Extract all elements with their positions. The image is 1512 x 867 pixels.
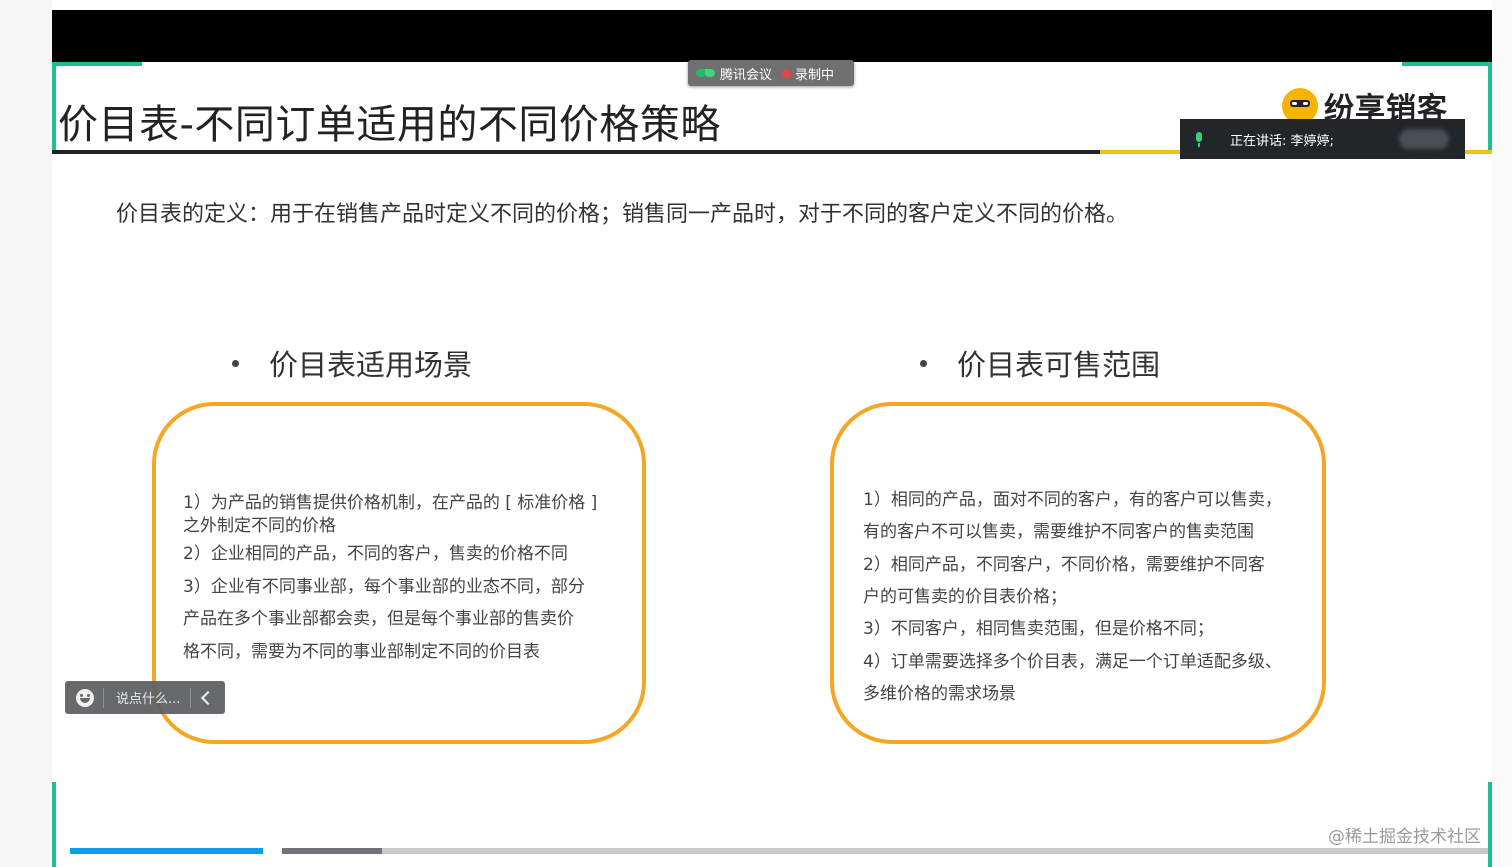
right-card-line: 2）相同产品，不同客户，不同价格，需要维护不同客 bbox=[863, 555, 1265, 575]
bullet-icon bbox=[920, 359, 927, 367]
microphone-icon bbox=[1194, 132, 1204, 147]
corner-accent bbox=[52, 62, 56, 152]
right-card-line: 有的客户不可以售卖，需要维护不同客户的售卖范围 bbox=[863, 522, 1254, 542]
right-heading-text: 价目表可售范围 bbox=[957, 348, 1161, 382]
right-section-heading: 价目表可售范围 bbox=[920, 342, 1160, 384]
chat-input-widget[interactable]: 说点什么... bbox=[65, 681, 225, 714]
left-card-line: 之外制定不同的价格 bbox=[183, 516, 336, 536]
chevron-left-icon[interactable] bbox=[201, 690, 216, 705]
corner-accent bbox=[52, 782, 56, 867]
recording-label: 录制中 bbox=[795, 67, 835, 83]
active-speaker-bar: 正在讲话: 李婷婷; bbox=[1180, 119, 1465, 159]
right-card-line: 户的可售卖的价目表价格； bbox=[863, 587, 1067, 607]
right-edge bbox=[1492, 0, 1512, 867]
left-section-heading: 价目表适用场景 bbox=[232, 342, 472, 384]
left-heading-text: 价目表适用场景 bbox=[269, 348, 473, 382]
watermark: @稀土掘金技术社区 bbox=[1328, 827, 1481, 847]
bottom-bar-gray bbox=[382, 848, 1488, 854]
left-card-line: 格不同，需要为不同的事业部制定不同的价目表 bbox=[183, 642, 540, 662]
speaker-label: 正在讲话: 李婷婷; bbox=[1230, 133, 1334, 149]
top-black-bar bbox=[52, 10, 1492, 62]
meeting-status-pill[interactable]: 腾讯会议 录制中 bbox=[688, 60, 854, 86]
corner-accent bbox=[1402, 62, 1492, 66]
left-card-line: 产品在多个事业部都会卖，但是每个事业部的售卖价 bbox=[183, 609, 574, 629]
slide-title: 价目表-不同订单适用的不同价格策略 bbox=[58, 102, 721, 148]
right-card-line: 4）订单需要选择多个价目表，满足一个订单适配多级、 bbox=[863, 652, 1282, 672]
speaker-avatar bbox=[1399, 129, 1449, 149]
right-card-line: 1）相同的产品，面对不同的客户，有的客户可以售卖， bbox=[863, 490, 1282, 510]
recording-dot-icon bbox=[782, 68, 792, 78]
title-underline bbox=[52, 150, 1100, 154]
left-card-line: 2）企业相同的产品，不同的客户，售卖的价格不同 bbox=[183, 544, 568, 564]
divider bbox=[190, 687, 192, 708]
meeting-app-name: 腾讯会议 bbox=[720, 67, 773, 83]
right-card-line: 3）不同客户，相同售卖范围，但是价格不同； bbox=[863, 619, 1214, 639]
left-card-line: 3）企业有不同事业部，每个事业部的业态不同，部分 bbox=[183, 577, 585, 597]
bullet-icon bbox=[232, 359, 239, 367]
tencent-meeting-icon bbox=[696, 68, 716, 78]
divider bbox=[103, 687, 104, 708]
right-card-line: 多维价格的需求场景 bbox=[863, 684, 1016, 704]
bottom-bar-dark bbox=[282, 848, 382, 854]
emoji-icon[interactable] bbox=[76, 688, 94, 707]
left-card-line: 1）为产品的销售提供价格机制，在产品的 [ 标准价格 ] bbox=[183, 493, 598, 513]
corner-accent bbox=[1488, 782, 1492, 867]
bottom-bar-blue bbox=[70, 848, 263, 854]
corner-accent bbox=[52, 62, 142, 66]
corner-accent bbox=[1488, 62, 1492, 152]
definition-text: 价目表的定义：用于在销售产品时定义不同的价格；销售同一产品时，对于不同的客户定义… bbox=[116, 202, 1129, 227]
chat-input-placeholder[interactable]: 说点什么... bbox=[116, 688, 180, 707]
